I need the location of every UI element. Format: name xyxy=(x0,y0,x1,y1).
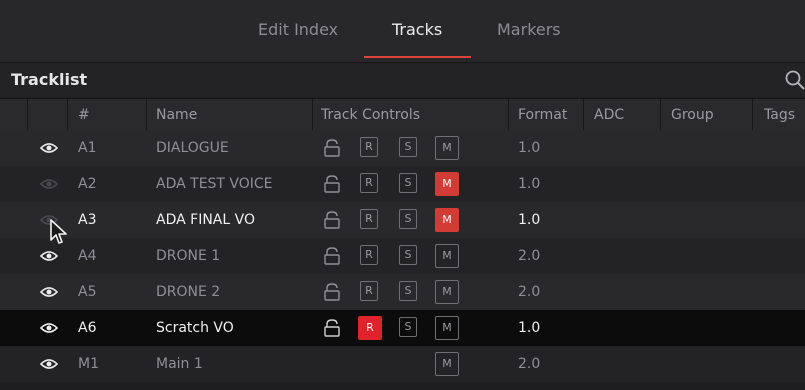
track-format: 1.0 xyxy=(518,176,541,192)
record-button[interactable]: R xyxy=(360,173,378,193)
track-row-m1[interactable]: M1 Main 1 M 2.0 xyxy=(0,346,805,382)
column-header-tags[interactable]: Tags xyxy=(764,99,795,131)
tracklist-title: Tracklist xyxy=(11,70,88,89)
track-format: 2.0 xyxy=(518,248,541,264)
mute-button[interactable]: M xyxy=(435,316,459,340)
column-divider[interactable] xyxy=(660,99,661,131)
solo-button[interactable]: S xyxy=(399,245,417,265)
search-icon[interactable] xyxy=(784,69,805,91)
track-number: A4 xyxy=(78,248,97,264)
track-row-a3[interactable]: A3 ADA FINAL VO R S M 1.0 xyxy=(0,202,805,238)
column-divider[interactable] xyxy=(508,99,509,131)
column-header-number[interactable]: # xyxy=(78,99,90,131)
unlock-icon[interactable] xyxy=(323,139,341,157)
solo-button[interactable]: S xyxy=(399,317,417,337)
track-row-a2[interactable]: A2 ADA TEST VOICE R S M 1.0 xyxy=(0,166,805,202)
track-format: 2.0 xyxy=(518,356,541,372)
track-name[interactable]: ADA FINAL VO xyxy=(156,202,255,238)
track-number: A5 xyxy=(78,284,97,300)
record-button[interactable]: R xyxy=(360,281,378,301)
solo-button[interactable]: S xyxy=(399,137,417,157)
track-format: 1.0 xyxy=(518,140,541,156)
mute-button[interactable]: M xyxy=(435,280,459,304)
record-button[interactable]: R xyxy=(360,137,378,157)
mute-button[interactable]: M xyxy=(435,172,459,196)
track-number: M1 xyxy=(78,356,99,372)
track-format: 2.0 xyxy=(518,284,541,300)
mute-button[interactable]: M xyxy=(435,244,459,268)
track-row-a5[interactable]: A5 DRONE 2 R S M 2.0 xyxy=(0,274,805,310)
track-name[interactable]: Scratch VO xyxy=(156,310,234,346)
track-number: A1 xyxy=(78,140,97,156)
mute-button[interactable]: M xyxy=(435,208,459,232)
eye-icon[interactable] xyxy=(40,141,58,155)
unlock-icon[interactable] xyxy=(323,283,341,301)
unlock-icon[interactable] xyxy=(323,211,341,229)
track-name[interactable]: DIALOGUE xyxy=(156,130,229,166)
column-divider[interactable] xyxy=(146,99,147,131)
track-name[interactable]: DRONE 2 xyxy=(156,274,220,310)
unlock-icon[interactable] xyxy=(323,175,341,193)
eye-icon[interactable] xyxy=(40,321,58,335)
record-button[interactable]: R xyxy=(360,245,378,265)
column-header-format[interactable]: Format xyxy=(518,99,567,131)
track-number: A2 xyxy=(78,176,97,192)
eye-icon[interactable] xyxy=(40,357,58,371)
eye-icon[interactable] xyxy=(40,177,58,191)
active-tab-indicator xyxy=(364,56,471,58)
mute-button[interactable]: M xyxy=(435,136,459,160)
column-header-row: # Name Track Controls Format ADC Group T… xyxy=(0,98,805,132)
column-divider[interactable] xyxy=(67,99,68,131)
column-header-name[interactable]: Name xyxy=(156,99,197,131)
column-divider[interactable] xyxy=(752,99,753,131)
eye-icon[interactable] xyxy=(40,249,58,263)
tab-tracks[interactable]: Tracks xyxy=(392,20,442,39)
unlock-icon[interactable] xyxy=(323,319,341,337)
track-number: A6 xyxy=(78,320,97,336)
unlock-icon[interactable] xyxy=(323,247,341,265)
tab-edit-index[interactable]: Edit Index xyxy=(258,20,338,39)
mouse-cursor-icon xyxy=(50,219,67,244)
column-header-adc[interactable]: ADC xyxy=(594,99,624,131)
track-format: 1.0 xyxy=(518,320,541,336)
track-row-a1[interactable]: A1 DIALOGUE R S M 1.0 xyxy=(0,130,805,166)
solo-button[interactable]: S xyxy=(399,209,417,229)
column-divider[interactable] xyxy=(312,99,313,131)
tab-bar: Edit Index Tracks Markers xyxy=(0,0,805,63)
solo-button[interactable]: S xyxy=(399,173,417,193)
track-number: A3 xyxy=(78,212,97,228)
mute-button[interactable]: M xyxy=(435,352,459,376)
record-button[interactable]: R xyxy=(360,209,378,229)
column-header-group[interactable]: Group xyxy=(671,99,714,131)
solo-button[interactable]: S xyxy=(399,281,417,301)
track-row-a4[interactable]: A4 DRONE 1 R S M 2.0 xyxy=(0,238,805,274)
column-header-track-controls[interactable]: Track Controls xyxy=(321,99,420,131)
track-name[interactable]: Main 1 xyxy=(156,346,203,382)
column-divider[interactable] xyxy=(583,99,584,131)
track-row-a6[interactable]: A6 Scratch VO R S M 1.0 xyxy=(0,310,805,346)
tracklist-header: Tracklist xyxy=(0,63,805,97)
eye-icon[interactable] xyxy=(40,285,58,299)
tab-markers[interactable]: Markers xyxy=(497,20,561,39)
track-name[interactable]: DRONE 1 xyxy=(156,238,220,274)
column-divider xyxy=(27,99,28,131)
track-format: 1.0 xyxy=(518,212,541,228)
record-button[interactable]: R xyxy=(358,316,382,340)
track-name[interactable]: ADA TEST VOICE xyxy=(156,166,273,202)
